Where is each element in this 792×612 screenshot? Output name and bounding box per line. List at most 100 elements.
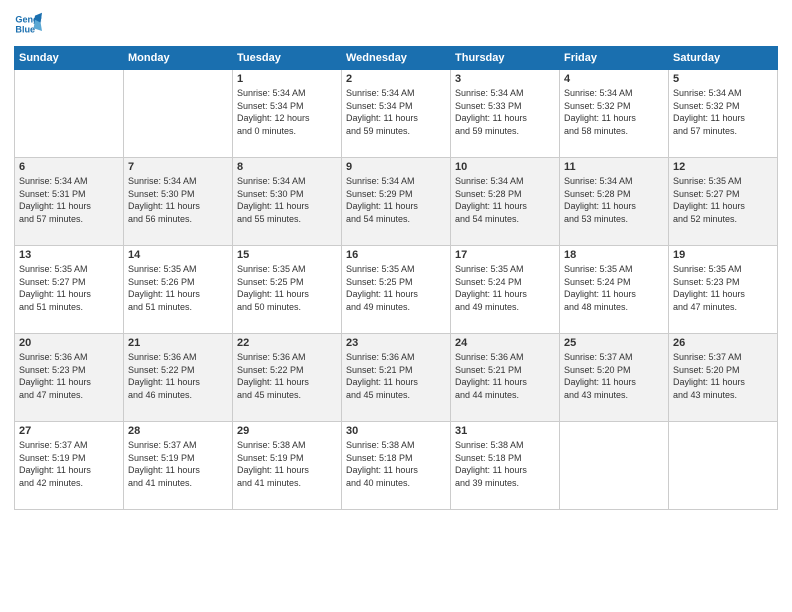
day-number: 6 [19,161,119,173]
day-number: 18 [564,249,664,261]
calendar-cell: 29 Sunrise: 5:38 AM Sunset: 5:19 PM Dayli… [233,422,342,510]
calendar-cell: 31 Sunrise: 5:38 AM Sunset: 5:18 PM Dayli… [451,422,560,510]
day-number: 13 [19,249,119,261]
calendar-cell: 18Sunrise: 5:35 AM Sunset: 5:24 PM Dayli… [560,246,669,334]
day-info: Sunrise: 5:38 AM Sunset: 5:19 PM Dayligh… [237,439,337,489]
calendar-cell: 1 Sunrise: 5:34 AM Sunset: 5:34 PM Daylig… [233,70,342,158]
day-number: 16 [346,249,446,261]
header-cell-wednesday: Wednesday [342,47,451,70]
calendar-cell: 6 Sunrise: 5:34 AM Sunset: 5:31 PM Daylig… [15,158,124,246]
calendar-cell: 4 Sunrise: 5:34 AM Sunset: 5:32 PM Daylig… [560,70,669,158]
calendar-cell: 12 Sunrise: 5:35 AM Sunset: 5:27 PM Dayli… [669,158,778,246]
day-info: Sunrise: 5:36 AM Sunset: 5:21 PM Dayligh… [346,351,446,401]
day-number: 8 [237,161,337,173]
day-info: Sunrise: 5:35 AM Sunset: 5:26 PM Dayligh… [128,263,228,313]
day-number: 31 [455,425,555,437]
day-info: Sunrise: 5:34 AM Sunset: 5:30 PM Dayligh… [128,175,228,225]
day-info: Sunrise: 5:38 AM Sunset: 5:18 PM Dayligh… [346,439,446,489]
day-info: Sunrise: 5:34 AM Sunset: 5:29 PM Dayligh… [346,175,446,225]
header-cell-sunday: Sunday [15,47,124,70]
day-number: 20 [19,337,119,349]
day-info: Sunrise: 5:34 AM Sunset: 5:28 PM Dayligh… [564,175,664,225]
calendar-cell: 17 Sunrise: 5:35 AM Sunset: 5:24 PM Dayli… [451,246,560,334]
calendar-week-3: 13 Sunrise: 5:35 AM Sunset: 5:27 PM Dayli… [15,246,778,334]
calendar-cell: 26 Sunrise: 5:37 AM Sunset: 5:20 PM Dayli… [669,334,778,422]
calendar-cell: 27Sunrise: 5:37 AM Sunset: 5:19 PM Dayli… [15,422,124,510]
header-cell-friday: Friday [560,47,669,70]
day-info: Sunrise: 5:34 AM Sunset: 5:34 PM Dayligh… [346,87,446,137]
calendar-cell [15,70,124,158]
day-number: 23 [346,337,446,349]
day-number: 3 [455,73,555,85]
calendar-cell: 9 Sunrise: 5:34 AM Sunset: 5:29 PM Daylig… [342,158,451,246]
day-number: 25 [564,337,664,349]
day-number: 14 [128,249,228,261]
day-info: Sunrise: 5:34 AM Sunset: 5:32 PM Dayligh… [673,87,773,137]
calendar-cell: 16 Sunrise: 5:35 AM Sunset: 5:25 PM Dayli… [342,246,451,334]
day-info: Sunrise: 5:34 AM Sunset: 5:30 PM Dayligh… [237,175,337,225]
calendar-body: 1 Sunrise: 5:34 AM Sunset: 5:34 PM Daylig… [15,70,778,510]
day-number: 17 [455,249,555,261]
calendar-week-2: 6 Sunrise: 5:34 AM Sunset: 5:31 PM Daylig… [15,158,778,246]
main-container: General Blue SundayMondayTuesdayWednesda… [0,0,792,516]
day-number: 29 [237,425,337,437]
day-number: 7 [128,161,228,173]
header: General Blue [14,10,778,38]
day-number: 5 [673,73,773,85]
day-info: Sunrise: 5:34 AM Sunset: 5:28 PM Dayligh… [455,175,555,225]
day-number: 28 [128,425,228,437]
day-number: 10 [455,161,555,173]
calendar-cell: 8 Sunrise: 5:34 AM Sunset: 5:30 PM Daylig… [233,158,342,246]
day-info: Sunrise: 5:36 AM Sunset: 5:22 PM Dayligh… [128,351,228,401]
calendar-cell [560,422,669,510]
header-cell-saturday: Saturday [669,47,778,70]
day-info: Sunrise: 5:37 AM Sunset: 5:20 PM Dayligh… [564,351,664,401]
day-info: Sunrise: 5:35 AM Sunset: 5:25 PM Dayligh… [237,263,337,313]
calendar-cell [124,70,233,158]
day-number: 15 [237,249,337,261]
day-info: Sunrise: 5:38 AM Sunset: 5:18 PM Dayligh… [455,439,555,489]
calendar-cell: 30Sunrise: 5:38 AM Sunset: 5:18 PM Dayli… [342,422,451,510]
calendar-cell: 13 Sunrise: 5:35 AM Sunset: 5:27 PM Dayli… [15,246,124,334]
header-cell-tuesday: Tuesday [233,47,342,70]
calendar-cell: 3 Sunrise: 5:34 AM Sunset: 5:33 PM Daylig… [451,70,560,158]
day-info: Sunrise: 5:37 AM Sunset: 5:19 PM Dayligh… [128,439,228,489]
day-number: 21 [128,337,228,349]
day-number: 11 [564,161,664,173]
calendar-cell: 14 Sunrise: 5:35 AM Sunset: 5:26 PM Dayli… [124,246,233,334]
day-info: Sunrise: 5:34 AM Sunset: 5:31 PM Dayligh… [19,175,119,225]
logo-icon: General Blue [14,10,42,38]
calendar-cell [669,422,778,510]
calendar-table: SundayMondayTuesdayWednesdayThursdayFrid… [14,46,778,510]
day-info: Sunrise: 5:35 AM Sunset: 5:25 PM Dayligh… [346,263,446,313]
calendar-cell: 11 Sunrise: 5:34 AM Sunset: 5:28 PM Dayli… [560,158,669,246]
svg-text:Blue: Blue [15,24,35,34]
day-number: 2 [346,73,446,85]
calendar-cell: 5 Sunrise: 5:34 AM Sunset: 5:32 PM Daylig… [669,70,778,158]
day-number: 26 [673,337,773,349]
day-number: 12 [673,161,773,173]
day-number: 4 [564,73,664,85]
day-number: 19 [673,249,773,261]
day-number: 1 [237,73,337,85]
logo: General Blue [14,10,48,38]
day-info: Sunrise: 5:35 AM Sunset: 5:23 PM Dayligh… [673,263,773,313]
day-info: Sunrise: 5:37 AM Sunset: 5:20 PM Dayligh… [673,351,773,401]
day-number: 24 [455,337,555,349]
day-info: Sunrise: 5:34 AM Sunset: 5:34 PM Dayligh… [237,87,337,137]
day-info: Sunrise: 5:36 AM Sunset: 5:21 PM Dayligh… [455,351,555,401]
calendar-cell: 15 Sunrise: 5:35 AM Sunset: 5:25 PM Dayli… [233,246,342,334]
calendar-week-5: 27Sunrise: 5:37 AM Sunset: 5:19 PM Dayli… [15,422,778,510]
day-info: Sunrise: 5:35 AM Sunset: 5:27 PM Dayligh… [673,175,773,225]
day-info: Sunrise: 5:34 AM Sunset: 5:32 PM Dayligh… [564,87,664,137]
day-info: Sunrise: 5:35 AM Sunset: 5:24 PM Dayligh… [455,263,555,313]
calendar-cell: 2 Sunrise: 5:34 AM Sunset: 5:34 PM Daylig… [342,70,451,158]
day-info: Sunrise: 5:35 AM Sunset: 5:27 PM Dayligh… [19,263,119,313]
day-number: 9 [346,161,446,173]
day-info: Sunrise: 5:34 AM Sunset: 5:33 PM Dayligh… [455,87,555,137]
calendar-cell: 24 Sunrise: 5:36 AM Sunset: 5:21 PM Dayli… [451,334,560,422]
calendar-cell: 23 Sunrise: 5:36 AM Sunset: 5:21 PM Dayli… [342,334,451,422]
calendar-cell: 25 Sunrise: 5:37 AM Sunset: 5:20 PM Dayli… [560,334,669,422]
calendar-cell: 19 Sunrise: 5:35 AM Sunset: 5:23 PM Dayli… [669,246,778,334]
header-cell-thursday: Thursday [451,47,560,70]
